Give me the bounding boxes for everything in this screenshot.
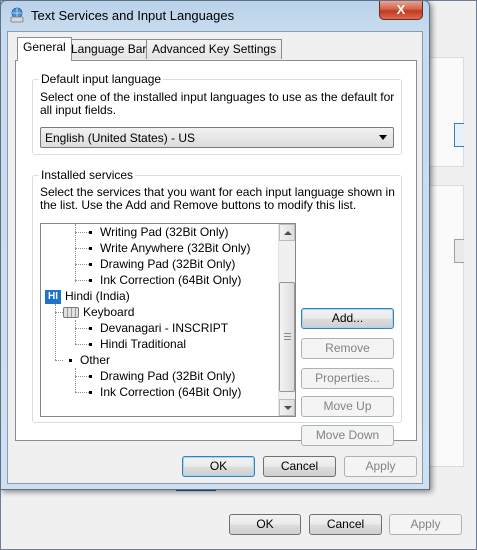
tree-connector (75, 232, 89, 233)
tab-advanced-key-settings[interactable]: Advanced Key Settings (146, 39, 283, 59)
add-button[interactable]: Add... (301, 308, 394, 329)
tree-connector (75, 264, 89, 265)
chevron-down-icon (379, 135, 387, 140)
background-button-fragment (454, 123, 464, 147)
properties-button[interactable]: Properties... (301, 368, 394, 389)
tree-item[interactable]: Devanagari - INSCRIPT (89, 320, 228, 336)
default-language-value: English (United States) - US (45, 131, 196, 145)
general-tab-panel: Default input language Select one of the… (15, 60, 417, 446)
tree-language-node[interactable]: HI Hindi (India) (45, 288, 130, 304)
bullet-icon (89, 279, 92, 283)
background-panel-bottom (424, 185, 464, 467)
triangle-down-icon (284, 406, 292, 410)
tree-connector (75, 392, 89, 393)
tree-other-node[interactable]: Other (69, 352, 110, 368)
bullet-icon (89, 343, 92, 347)
tree-connector (75, 320, 76, 344)
bullet-icon (69, 359, 72, 363)
tree-keyboard-node[interactable]: Keyboard (63, 304, 134, 320)
bullet-icon (89, 391, 92, 395)
dialog-client-area: General Language Bar Advanced Key Settin… (7, 31, 423, 484)
background-button-fragment (454, 239, 464, 263)
bullet-icon (89, 263, 92, 267)
title-bar[interactable]: Text Services and Input Languages X (1, 1, 429, 31)
tree-item[interactable]: Hindi Traditional (89, 336, 186, 352)
tree-other-label: Other (80, 353, 111, 367)
bullet-icon (89, 327, 92, 331)
tree-item-label: Devanagari - INSCRIPT (100, 321, 229, 335)
keyboard-globe-icon (10, 7, 24, 23)
tree-item-label: Ink Correction (64Bit Only) (100, 273, 242, 287)
bullet-icon (89, 247, 92, 251)
scroll-down-button[interactable] (279, 399, 295, 416)
language-badge-icon: HI (45, 289, 61, 304)
tree-item[interactable]: Drawing Pad (32Bit Only) (89, 256, 235, 272)
tree-item-label: Ink Correction (64Bit Only) (100, 385, 242, 399)
tree-connector (75, 280, 89, 281)
tree-item[interactable]: Ink Correction (64Bit Only) (89, 272, 241, 288)
apply-button[interactable]: Apply (344, 456, 417, 477)
tab-general[interactable]: General (17, 37, 72, 61)
tree-connector (75, 248, 89, 249)
installed-services-description: Select the services that you want for ea… (40, 185, 395, 212)
remove-button[interactable]: Remove (301, 338, 394, 359)
tree-keyboard-label: Keyboard (83, 305, 135, 319)
tree-item-label: Drawing Pad (32Bit Only) (100, 369, 236, 383)
grip-icon (284, 333, 291, 340)
tree-connector (75, 368, 76, 392)
close-button[interactable]: X (379, 1, 423, 20)
tree-item[interactable]: Write Anywhere (32Bit Only) (89, 240, 251, 256)
tree-item-label: Drawing Pad (32Bit Only) (100, 257, 236, 271)
tree-connector (55, 312, 63, 313)
default-language-select[interactable]: English (United States) - US (40, 127, 394, 148)
installed-services-label: Installed services (39, 168, 136, 182)
tree-connector (75, 376, 89, 377)
tree-scrollbar[interactable] (278, 224, 295, 416)
tree-item-label: Writing Pad (32Bit Only) (100, 225, 229, 239)
ok-button[interactable]: OK (182, 456, 255, 477)
bullet-icon (89, 375, 92, 379)
tree-language-label: Hindi (India) (65, 289, 130, 303)
bullet-icon (89, 231, 92, 235)
installed-services-tree[interactable]: Writing Pad (32Bit Only) Write Anywhere … (40, 223, 296, 417)
cancel-button[interactable]: Cancel (263, 456, 336, 477)
text-services-dialog: Text Services and Input Languages X Gene… (0, 0, 430, 490)
scroll-thumb[interactable] (279, 282, 295, 392)
bg-cancel-button[interactable]: Cancel (309, 514, 382, 535)
tree-item-label: Write Anywhere (32Bit Only) (100, 241, 251, 255)
tree-connector (75, 344, 89, 345)
move-down-button[interactable]: Move Down (301, 425, 394, 446)
bg-ok-button[interactable]: OK (229, 514, 301, 535)
default-input-language-label: Default input language (39, 72, 164, 86)
tree-item[interactable]: Drawing Pad (32Bit Only) (89, 368, 235, 384)
default-input-language-description: Select one of the installed input langua… (40, 90, 395, 117)
tree-connector (55, 360, 63, 361)
tree-item[interactable]: Ink Correction (64Bit Only) (89, 384, 241, 400)
scroll-up-button[interactable] (279, 224, 295, 241)
background-panel-top (424, 57, 464, 167)
dialog-title: Text Services and Input Languages (31, 8, 235, 23)
tree-item[interactable]: Writing Pad (32Bit Only) (89, 224, 229, 240)
keyboard-icon (63, 307, 79, 319)
tab-language-bar[interactable]: Language Bar (65, 39, 153, 59)
tree-item-label: Hindi Traditional (100, 337, 187, 351)
triangle-up-icon (284, 231, 292, 235)
tree-connector (75, 328, 89, 329)
move-up-button[interactable]: Move Up (301, 396, 394, 417)
bg-apply-button[interactable]: Apply (389, 514, 462, 535)
